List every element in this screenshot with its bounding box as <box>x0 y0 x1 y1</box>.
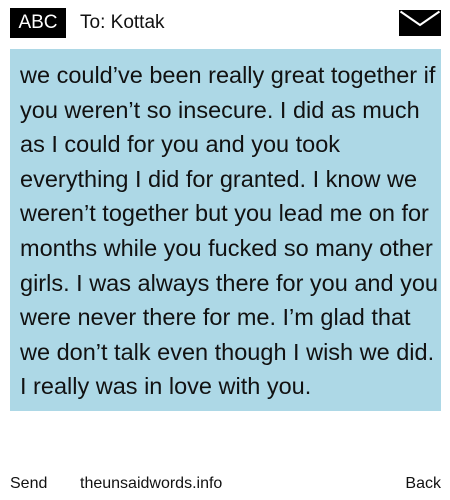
send-button[interactable]: Send <box>10 472 47 496</box>
message-header: ABC To: Kottak <box>0 0 450 46</box>
recipient-line: To: Kottak <box>80 8 165 38</box>
message-body: we could’ve been really great together i… <box>20 62 438 400</box>
back-button[interactable]: Back <box>405 472 441 496</box>
recipient-name: Kottak <box>110 12 165 33</box>
softkey-bar: Send theunsaidwords.info Back <box>0 472 450 496</box>
site-label: theunsaidwords.info <box>80 475 223 492</box>
input-mode-badge: ABC <box>10 8 66 38</box>
to-label: To: <box>80 12 106 33</box>
envelope-icon <box>399 10 441 36</box>
